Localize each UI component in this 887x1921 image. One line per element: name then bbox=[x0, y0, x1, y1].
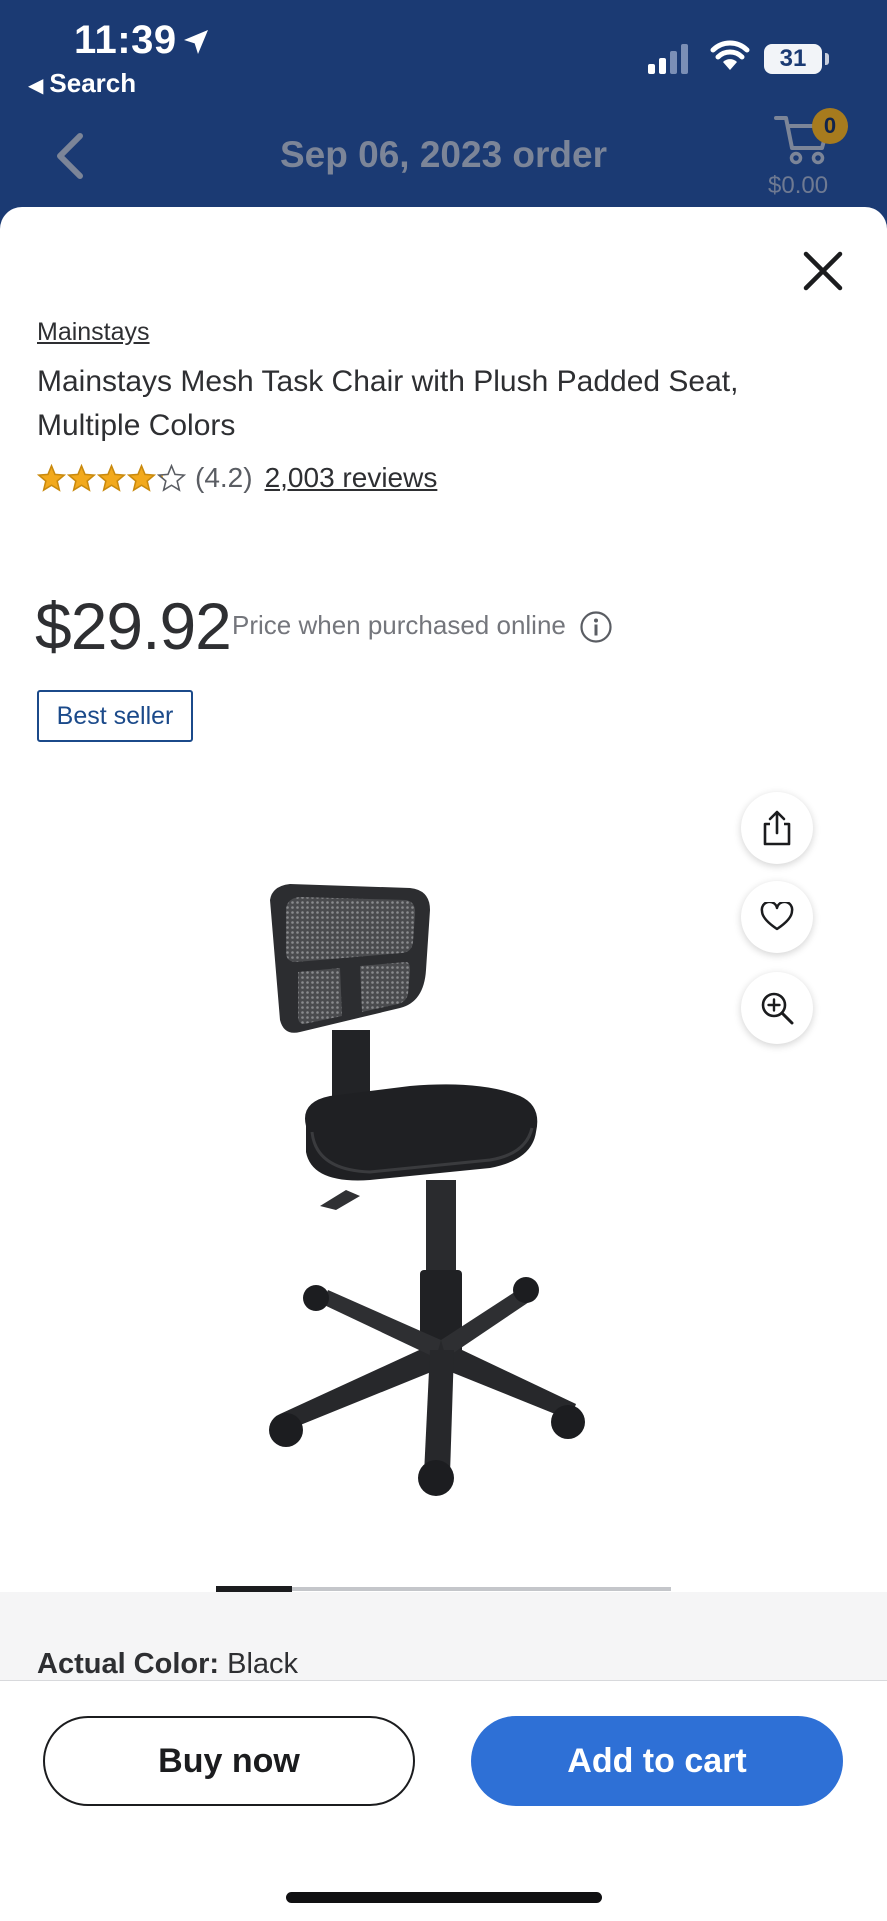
reviews-link[interactable]: 2,003 reviews bbox=[265, 462, 438, 494]
star-icon bbox=[67, 463, 96, 492]
heart-icon bbox=[760, 902, 794, 931]
product-price: $29.92 bbox=[35, 589, 232, 663]
star-icon bbox=[97, 463, 126, 492]
info-icon[interactable] bbox=[579, 610, 613, 644]
buy-now-button[interactable]: Buy now bbox=[43, 1716, 415, 1806]
home-indicator bbox=[286, 1892, 602, 1903]
location-arrow-icon bbox=[184, 30, 208, 54]
cart-count-badge: 0 bbox=[812, 108, 848, 144]
add-to-cart-button[interactable]: Add to cart bbox=[471, 1716, 843, 1806]
wifi-icon bbox=[710, 40, 750, 70]
share-button[interactable] bbox=[741, 792, 813, 864]
rating-value: (4.2) bbox=[195, 462, 253, 493]
product-image[interactable] bbox=[260, 870, 600, 1510]
actual-color-row: Actual Color: Black bbox=[37, 1648, 298, 1681]
star-rating bbox=[37, 463, 187, 493]
star-icon bbox=[37, 463, 66, 492]
brand-link[interactable]: Mainstays bbox=[37, 318, 150, 347]
back-app-label: Search bbox=[49, 68, 137, 98]
close-icon[interactable] bbox=[800, 248, 846, 294]
share-icon bbox=[763, 810, 791, 846]
back-triangle-icon: ◀ bbox=[28, 75, 44, 97]
cart-total: $0.00 bbox=[768, 172, 829, 199]
favorite-button[interactable] bbox=[741, 881, 813, 953]
cellular-signal-icon bbox=[648, 44, 688, 74]
star-icon bbox=[127, 463, 156, 492]
star-icon bbox=[157, 463, 186, 492]
battery-indicator: 31 bbox=[764, 44, 822, 74]
actual-color-value: Black bbox=[227, 1648, 299, 1680]
rating-row: (4.2) 2,003 reviews bbox=[37, 458, 437, 498]
zoom-button[interactable] bbox=[741, 972, 813, 1044]
status-time: 11:39 bbox=[74, 18, 177, 62]
back-to-app-link[interactable]: ◀ Search bbox=[28, 68, 136, 99]
actual-color-label: Actual Color: bbox=[37, 1648, 220, 1680]
product-title: Mainstays Mesh Task Chair with Plush Pad… bbox=[37, 365, 739, 442]
zoom-in-icon bbox=[761, 992, 794, 1025]
page-title: Sep 06, 2023 order bbox=[279, 134, 608, 175]
battery-tip bbox=[825, 53, 829, 65]
price-note: Price when purchased online bbox=[232, 610, 566, 640]
best-seller-badge: Best seller bbox=[37, 690, 193, 742]
